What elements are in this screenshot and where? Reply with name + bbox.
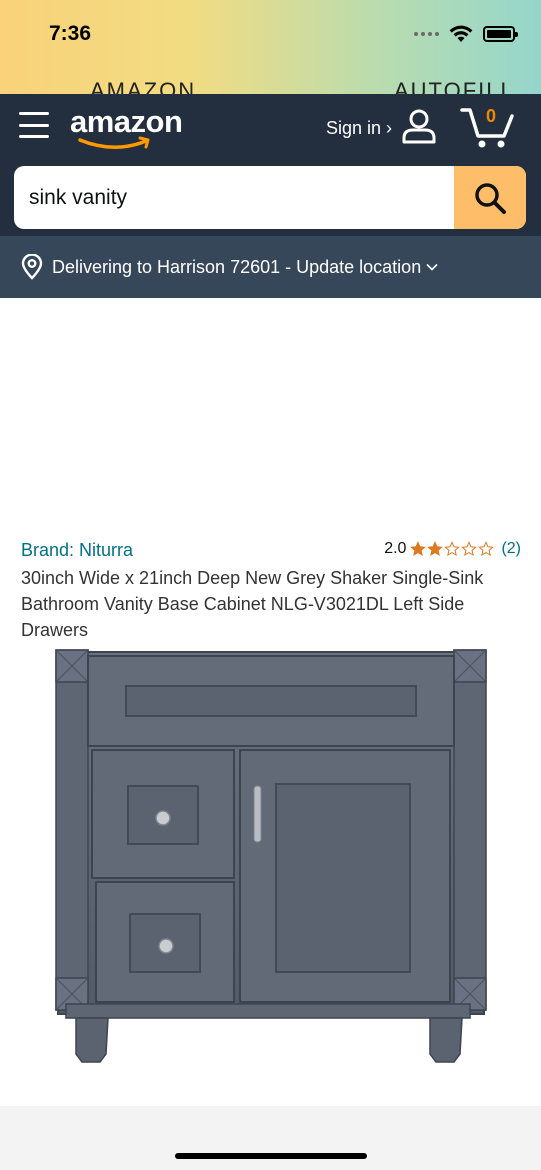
search-button[interactable]	[454, 166, 526, 229]
star-filled-icon	[410, 541, 427, 557]
star-empty-icon	[478, 541, 495, 557]
brand-link[interactable]: Brand: Niturra	[21, 540, 133, 561]
status-icons	[414, 22, 518, 46]
cart-button[interactable]: 0	[460, 104, 516, 150]
product-image[interactable]	[40, 644, 500, 1074]
star-filled-icon	[427, 541, 444, 557]
product-title[interactable]: 30inch Wide x 21inch Deep New Grey Shake…	[21, 565, 521, 643]
bottom-area	[0, 1106, 541, 1170]
status-time: 7:36	[49, 22, 92, 45]
product-meta: Brand: Niturra 2.0 (2)	[21, 538, 521, 564]
status-bar: 7:36 AMAZON AUTOFILL	[0, 0, 541, 94]
location-text: Delivering to Harrison 72601 - Update lo…	[52, 256, 422, 277]
peek-right-label: AUTOFILL	[394, 78, 515, 94]
search-bar	[0, 166, 541, 236]
logo-smile-icon	[78, 136, 150, 149]
rating-value: 2.0	[384, 540, 407, 557]
location-bar[interactable]: Delivering to Harrison 72601 - Update lo…	[0, 236, 541, 298]
search-input[interactable]	[14, 166, 454, 229]
home-indicator[interactable]	[175, 1153, 367, 1159]
search-icon	[475, 182, 506, 214]
amazon-logo[interactable]: amazon	[70, 104, 190, 152]
chevron-down-icon	[426, 263, 438, 271]
hamburger-menu-icon[interactable]	[19, 112, 49, 138]
signal-dots-icon	[414, 32, 439, 36]
wifi-icon	[449, 25, 473, 42]
rating[interactable]: 2.0 (2)	[384, 540, 521, 558]
top-header: amazon Sign in › 0	[0, 94, 541, 166]
peek-left-label: AMAZON	[90, 78, 197, 94]
star-empty-icon	[461, 541, 478, 557]
search-box	[14, 166, 526, 229]
location-pin-icon	[20, 254, 44, 280]
star-empty-icon	[444, 541, 461, 557]
cart-count-badge: 0	[486, 106, 497, 126]
battery-icon	[483, 26, 518, 42]
star-rating-icons	[410, 541, 495, 557]
user-account-icon[interactable]	[401, 108, 437, 144]
sign-in-link[interactable]: Sign in ›	[326, 118, 392, 139]
logo-text: amazon	[70, 104, 183, 139]
rating-count: (2)	[501, 540, 521, 557]
